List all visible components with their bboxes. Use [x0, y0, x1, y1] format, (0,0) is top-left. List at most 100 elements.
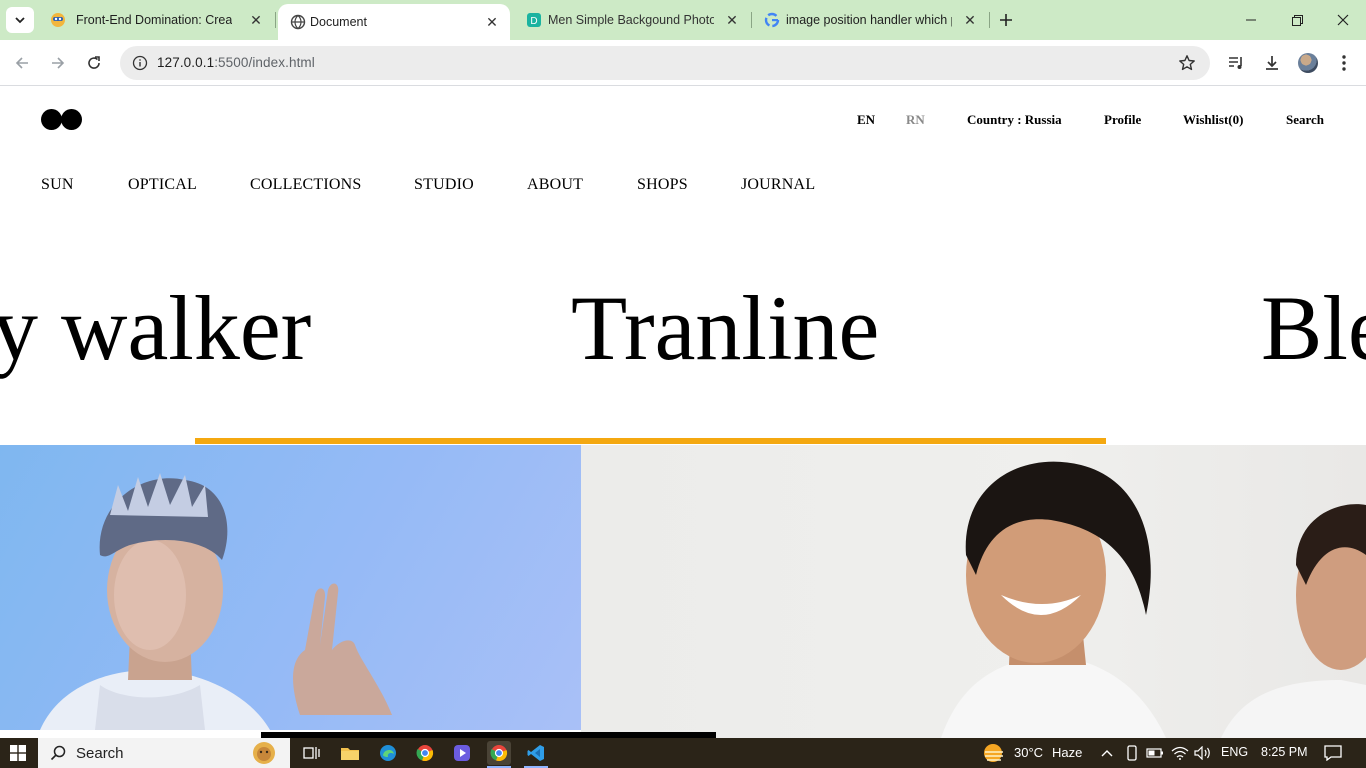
close-icon — [1337, 14, 1349, 26]
new-tab-button[interactable] — [994, 8, 1018, 32]
nav-item-sun[interactable]: SUN — [41, 176, 74, 194]
close-tab-icon[interactable]: ✕ — [962, 12, 978, 28]
url-host: 127.0.0.1 — [157, 55, 215, 70]
marquee-word: Tranline — [571, 277, 880, 379]
browser-tabstrip: Front-End Domination: Create A ✕ Documen… — [0, 0, 1366, 40]
minimize-button[interactable] — [1228, 0, 1274, 40]
weather-icon[interactable] — [982, 741, 1006, 765]
tab-search-button[interactable] — [6, 7, 34, 33]
nav-item-collections[interactable]: COLLECTIONS — [250, 176, 362, 194]
plus-icon — [1000, 14, 1012, 26]
weather-condition[interactable]: Haze — [1052, 745, 1082, 760]
chrome-icon[interactable] — [413, 741, 437, 765]
weather-temperature[interactable]: 30°C — [1014, 745, 1043, 760]
profile-link[interactable]: Profile — [1104, 112, 1141, 128]
reload-icon — [88, 56, 100, 69]
logo-circle-left — [41, 109, 62, 130]
browser-menu-button[interactable] — [1330, 49, 1358, 77]
media-control-button[interactable] — [1222, 49, 1250, 77]
chrome-active-icon[interactable] — [487, 741, 511, 765]
tab-favicon-icon — [50, 12, 66, 28]
bookmark-star-icon[interactable] — [1176, 52, 1198, 74]
phone-link-icon[interactable] — [1120, 741, 1144, 765]
browser-tab-3[interactable]: D Men Simple Backgound Photos ✕ — [514, 0, 748, 40]
minimize-icon — [1246, 19, 1256, 21]
close-tab-icon[interactable]: ✕ — [484, 14, 500, 30]
wifi-icon[interactable] — [1168, 741, 1192, 765]
hero-image-left[interactable] — [0, 445, 581, 730]
site-info-icon[interactable] — [128, 51, 152, 75]
battery-icon[interactable] — [1143, 741, 1167, 765]
chevron-up-icon[interactable] — [1095, 741, 1119, 765]
nav-item-shops[interactable]: SHOPS — [637, 176, 688, 194]
windows-taskbar: Search 30°C Haze ENG 8:25 PM — [0, 738, 1366, 768]
vscode-icon[interactable] — [524, 741, 548, 765]
windows-start-icon[interactable] — [6, 741, 30, 765]
man-portrait-image — [40, 473, 392, 730]
kebab-menu-icon — [1342, 55, 1346, 71]
globe-icon — [290, 14, 306, 30]
nav-item-studio[interactable]: STUDIO — [414, 176, 474, 194]
downloads-button[interactable] — [1258, 49, 1286, 77]
smiling-men-image — [941, 461, 1366, 738]
svg-text:D: D — [530, 16, 537, 27]
browser-tab-4[interactable]: image position handler which p ✕ — [752, 0, 988, 40]
marquee-word: y walker — [0, 277, 312, 379]
search-link[interactable]: Search — [1286, 112, 1324, 128]
google-icon — [764, 12, 780, 28]
tab-favicon-icon: D — [526, 12, 542, 28]
tab-title: image position handler which p — [786, 13, 952, 27]
tab-title: Document — [310, 15, 367, 29]
marquee-word: Ble — [1261, 277, 1366, 379]
chevron-down-icon — [15, 17, 25, 24]
playlist-icon — [1229, 57, 1242, 69]
tab-title: Front-End Domination: Create A — [76, 13, 232, 27]
file-explorer-icon[interactable] — [338, 741, 362, 765]
restore-button[interactable] — [1274, 0, 1320, 40]
close-window-button[interactable] — [1320, 0, 1366, 40]
browser-tab-2[interactable]: Document ✕ — [278, 4, 510, 40]
accent-bar — [195, 438, 1106, 444]
hero-image-right[interactable] — [581, 445, 1366, 738]
close-tab-icon[interactable]: ✕ — [248, 12, 264, 28]
address-bar[interactable]: 127.0.0.1:5500/index.html — [120, 46, 1210, 80]
site-logo[interactable] — [41, 109, 83, 130]
logo-circle-right — [61, 109, 82, 130]
volume-icon[interactable] — [1191, 741, 1215, 765]
lang-rn-link[interactable]: RN — [906, 112, 925, 128]
input-language[interactable]: ENG — [1221, 745, 1248, 759]
nav-item-about[interactable]: ABOUT — [527, 176, 583, 194]
browser-tab-1[interactable]: Front-End Domination: Create A ✕ — [38, 0, 274, 40]
url-path: :5500/index.html — [214, 55, 315, 70]
edge-browser-icon[interactable] — [376, 741, 400, 765]
browser-toolbar: 127.0.0.1:5500/index.html — [0, 40, 1366, 86]
close-tab-icon[interactable]: ✕ — [724, 12, 740, 28]
avatar — [1298, 53, 1318, 73]
notifications-icon[interactable] — [1321, 741, 1345, 765]
restore-icon — [1291, 14, 1303, 26]
taskbar-search-box[interactable]: Search — [38, 738, 290, 768]
profile-avatar-button[interactable] — [1294, 49, 1322, 77]
arrow-left-icon — [15, 57, 28, 69]
nav-item-journal[interactable]: JOURNAL — [741, 176, 815, 194]
tab-title: Men Simple Backgound Photos — [548, 13, 714, 27]
task-view-icon[interactable] — [300, 741, 324, 765]
web-page: EN RN Country : Russia Profile Wishlist(… — [0, 87, 1366, 738]
lang-en-link[interactable]: EN — [857, 112, 875, 128]
arrow-right-icon — [52, 57, 65, 69]
back-button[interactable] — [8, 49, 36, 77]
taskbar-search-label: Search — [76, 744, 124, 762]
forward-button[interactable] — [44, 49, 72, 77]
media-app-icon[interactable] — [450, 741, 474, 765]
country-selector[interactable]: Country : Russia — [967, 112, 1062, 128]
wishlist-link[interactable]: Wishlist(0) — [1183, 112, 1243, 128]
tab-separator — [989, 12, 990, 28]
tab-separator — [275, 12, 276, 28]
download-icon — [1266, 56, 1278, 70]
clock-time[interactable]: 8:25 PM — [1261, 745, 1308, 759]
search-icon — [50, 745, 66, 761]
reload-button[interactable] — [80, 49, 108, 77]
search-highlight-icon — [253, 742, 275, 764]
url-text: 127.0.0.1:5500/index.html — [157, 55, 315, 70]
nav-item-optical[interactable]: OPTICAL — [128, 176, 197, 194]
